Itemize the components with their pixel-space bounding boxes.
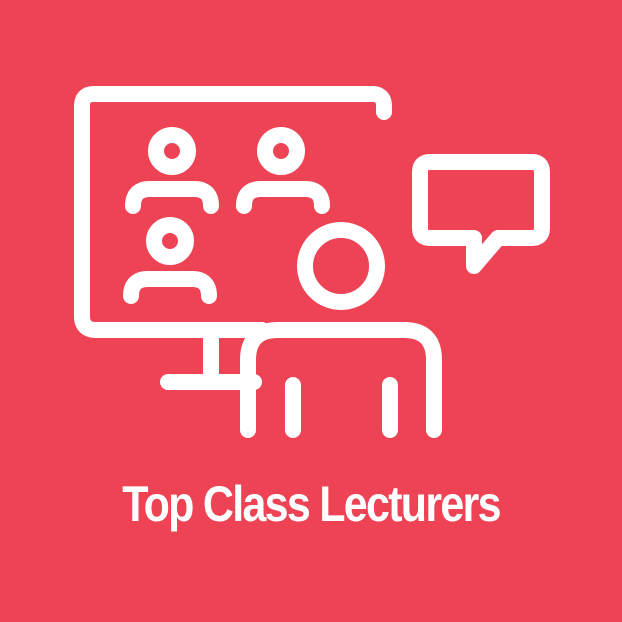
online-lecture-illustration bbox=[74, 86, 550, 438]
lecturer-head-icon bbox=[297, 222, 385, 310]
person-icon bbox=[123, 217, 217, 304]
speech-bubble-icon bbox=[412, 154, 550, 274]
lecturer-icon bbox=[240, 322, 442, 438]
tile-caption: Top Class Lecturers bbox=[122, 476, 501, 532]
person-icon bbox=[125, 127, 219, 214]
person-icon bbox=[236, 127, 330, 214]
feature-tile: Top Class Lecturers bbox=[0, 0, 622, 622]
